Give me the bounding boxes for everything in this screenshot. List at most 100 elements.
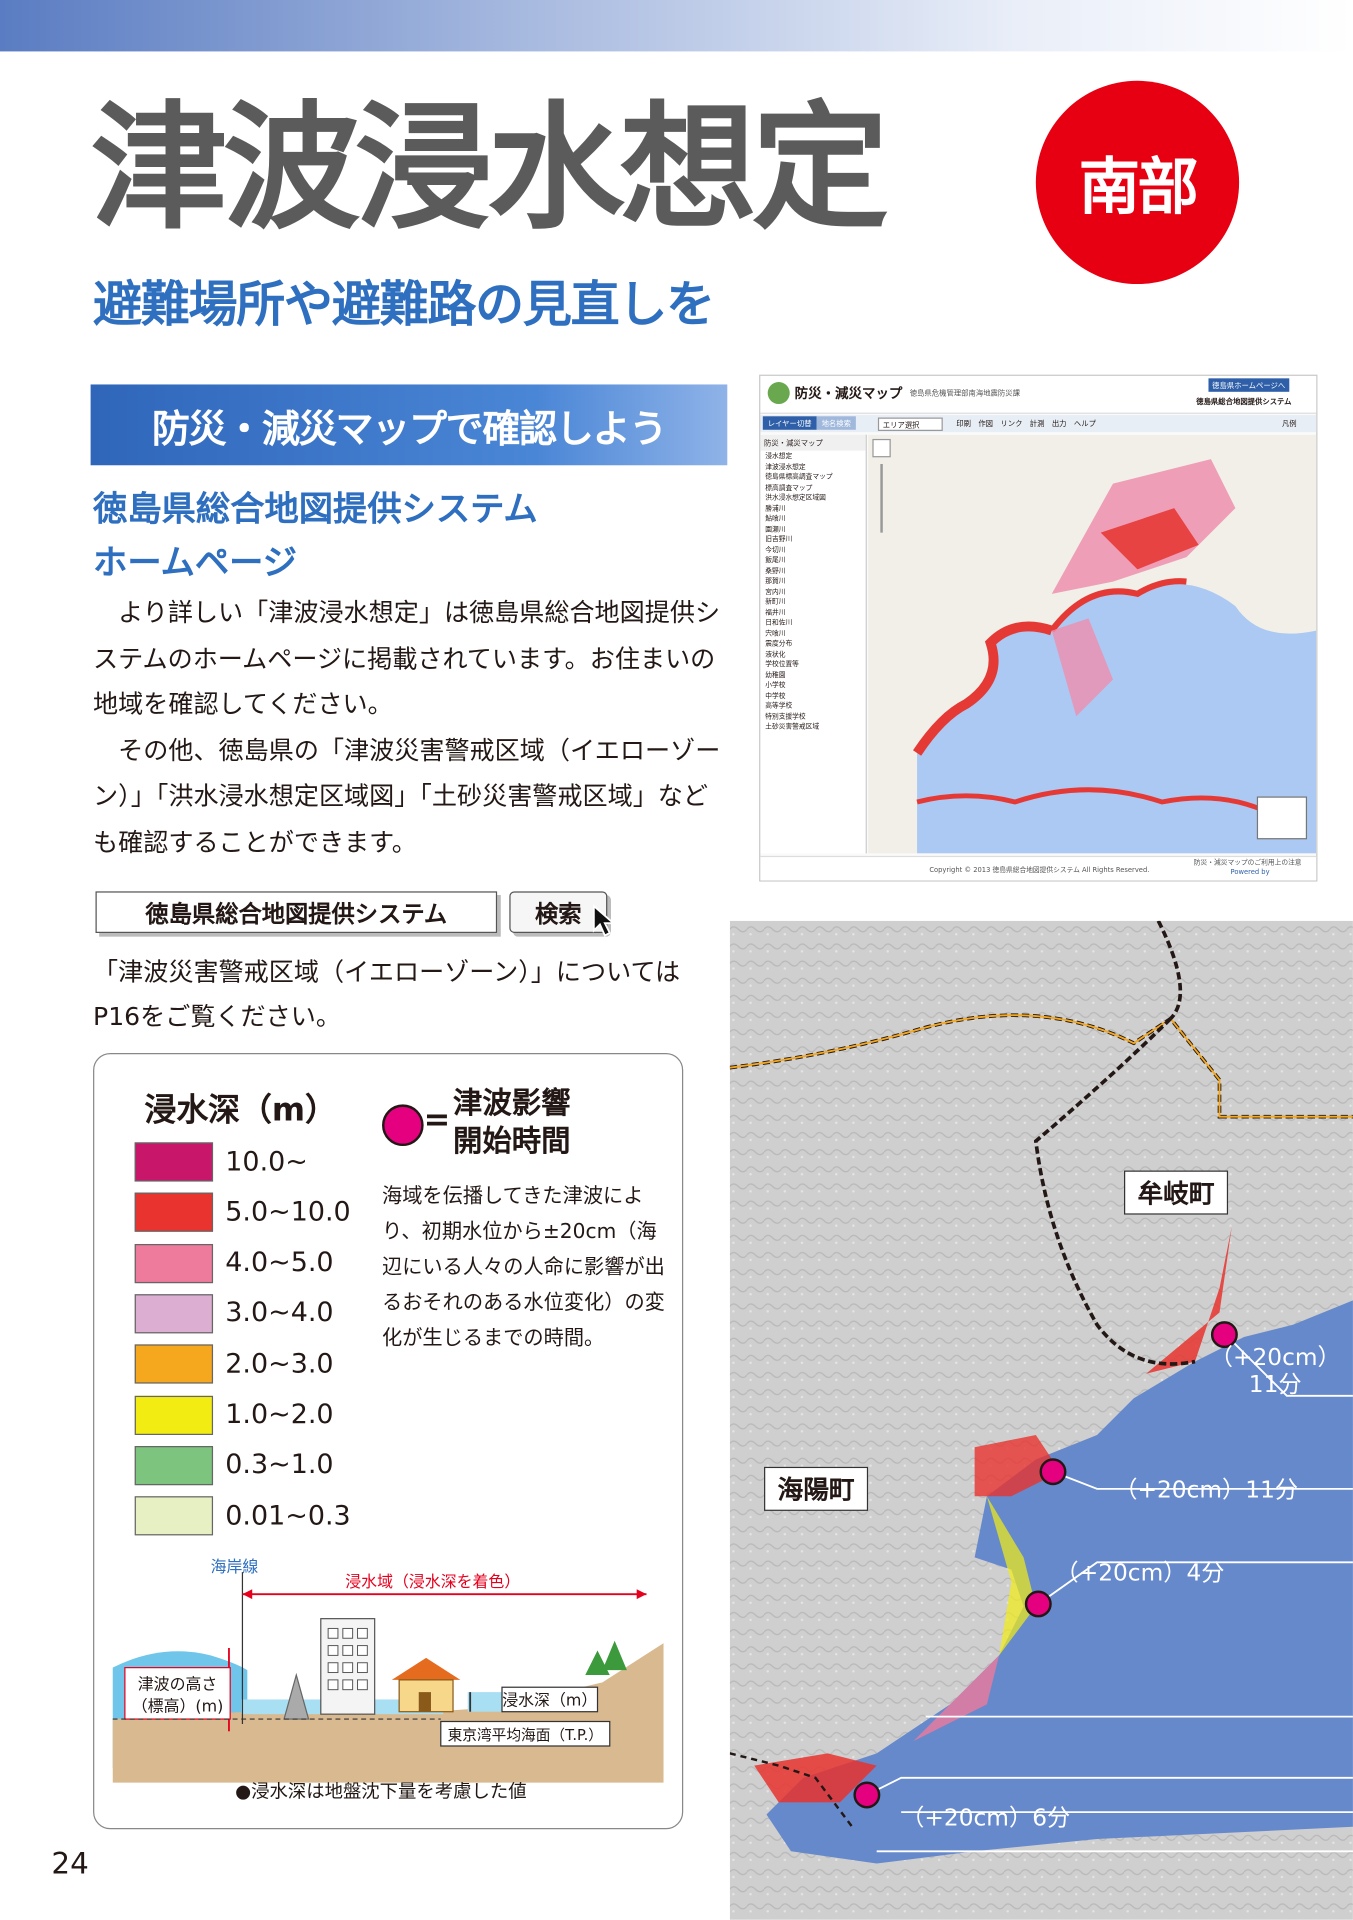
measure-button[interactable]: 計測	[1030, 418, 1045, 429]
layer-item[interactable]: 新町川	[765, 598, 861, 608]
depth-label: 浸水深（m）	[502, 1691, 597, 1710]
web-header: 防災・減災マップ 徳島県危機管理部南海地震防災課 徳島県ホームページへ 徳島県総…	[760, 375, 1317, 414]
toolbar-buttons: 印刷 作図 リンク 計測 出力 ヘルプ	[956, 418, 1096, 429]
coastline-label: 海岸線	[211, 1557, 259, 1576]
layer-item[interactable]: 宮内川	[765, 587, 861, 597]
layer-item[interactable]: 液状化	[765, 650, 861, 660]
pref-homepage-link[interactable]: 徳島県ホームページへ	[1208, 378, 1289, 392]
layer-item[interactable]: 洪水浸水想定区域図	[765, 493, 861, 503]
legend-button[interactable]: 凡例	[1282, 418, 1297, 429]
inundation-diagram: 海岸線 浸水域（浸水深を着色） 津波の高さ （標高）(m) 浸水深（m） 東京湾…	[112, 1557, 664, 1783]
layer-item[interactable]: 宍喰川	[765, 629, 861, 639]
body-paragraph: より詳しい「津波浸水想定」は徳島県総合地図提供システムのホームページに掲載されて…	[93, 597, 721, 719]
web-footer: Copyright © 2013 徳島県総合地図提供システム All Right…	[760, 855, 1317, 881]
town-label-kaiyo: 海陽町	[764, 1466, 869, 1511]
legend-swatch	[134, 1294, 214, 1334]
legend-label: 10.0~	[225, 1146, 308, 1178]
region-badge: 南部	[1035, 80, 1240, 285]
link-button[interactable]: リンク	[1000, 418, 1022, 429]
legend-swatch	[134, 1192, 214, 1233]
impact-time-label: （+20cm）6分	[901, 1804, 1071, 1832]
tab-place-search[interactable]: 地名検索	[816, 416, 856, 430]
layer-item[interactable]: 那賀川	[765, 577, 861, 587]
yellow-zone-note: 「津波災害警戒区域（イエローゾーン）」についてはP16をご覧ください。	[93, 957, 681, 1031]
tsunami-height-label-2: （標高）(m)	[132, 1697, 224, 1716]
web-map-view[interactable]	[868, 434, 1317, 854]
impact-title-line1: 津波影響	[453, 1086, 571, 1121]
draw-button[interactable]: 作図	[978, 418, 993, 429]
layer-item[interactable]: 日和佐川	[765, 618, 861, 628]
homepage-heading-line1: 徳島県総合地図提供システム	[93, 488, 538, 529]
layer-item[interactable]: 特別支援学校	[765, 712, 861, 722]
output-button[interactable]: 出力	[1052, 418, 1067, 429]
legend-row: 5.0~10.0	[134, 1192, 380, 1234]
layer-item[interactable]: 津波浸水想定	[765, 462, 861, 472]
legend-label: 2.0~3.0	[225, 1348, 334, 1380]
impact-title: 津波影響 開始時間	[453, 1085, 571, 1161]
layer-item[interactable]: 幼稚園	[765, 670, 861, 680]
tab-layers[interactable]: レイヤー切替	[762, 416, 817, 430]
legend-swatch	[134, 1395, 214, 1435]
layer-item[interactable]: 福井川	[765, 608, 861, 618]
legend-row: 0.01~0.3	[134, 1495, 380, 1537]
legend-swatch	[134, 1142, 214, 1182]
area-select[interactable]: エリア選択	[877, 417, 943, 431]
layer-item[interactable]: 学校位置等	[765, 660, 861, 670]
web-system-name: 徳島県総合地図提供システム	[1196, 397, 1292, 407]
web-map-screenshot: 防災・減災マップ 徳島県危機管理部南海地震防災課 徳島県ホームページへ 徳島県総…	[759, 374, 1318, 882]
layer-item[interactable]: 旧吉野川	[765, 535, 861, 545]
usage-notice-link[interactable]: 防災・減災マップのご利用上の注意	[1194, 857, 1302, 867]
layer-item[interactable]: 園瀬川	[765, 525, 861, 535]
layer-item[interactable]: 桑野川	[765, 566, 861, 576]
equals-sign: =	[423, 1101, 451, 1139]
layer-item[interactable]: 中学校	[765, 691, 861, 701]
layer-item[interactable]: 小学校	[765, 681, 861, 691]
search-keyword-box[interactable]: 徳島県総合地図提供システム	[95, 891, 498, 933]
legend-label: 1.0~2.0	[225, 1399, 334, 1431]
layer-item[interactable]: 標高調査マップ	[765, 483, 861, 493]
page-subtitle: 避難場所や避難路の見直しを	[93, 276, 715, 334]
legend-swatch	[134, 1243, 214, 1283]
print-button[interactable]: 印刷	[956, 418, 971, 429]
layer-item[interactable]: 高等学校	[765, 702, 861, 712]
legend-row: 3.0~4.0	[134, 1293, 380, 1335]
diagram-footnote: ●浸水深は地盤沈下量を考慮した値	[235, 1780, 527, 1803]
legend-label: 0.01~0.3	[225, 1500, 351, 1532]
page-title: 津波浸水想定	[90, 89, 889, 249]
layer-item[interactable]: 勝浦川	[765, 504, 861, 514]
layer-panel-heading: 防災・減災マップ	[760, 434, 866, 451]
impact-dot-icon	[382, 1104, 424, 1147]
homepage-heading: 徳島県総合地図提供システム ホームページ	[93, 482, 538, 590]
layer-item[interactable]: 徳島県標高調査マップ	[765, 473, 861, 483]
layer-item[interactable]: 今切川	[765, 545, 861, 555]
web-copyright: Copyright © 2013 徳島県総合地図提供システム All Right…	[929, 866, 1150, 875]
layer-panel: 防災・減災マップ 浸水想定 津波浸水想定 徳島県標高調査マップ 標高調査マップ 洪水浸水…	[760, 434, 867, 854]
top-color-band	[0, 0, 1353, 52]
legend-row: 2.0~3.0	[134, 1343, 380, 1385]
tsunami-map: 牟岐町 海陽町 （+20cm） 11分 （+20cm）11分 （+20cm）4分…	[729, 920, 1353, 1920]
legend-row: 4.0~5.0	[134, 1242, 380, 1284]
mouse-cursor-icon	[592, 904, 616, 937]
layer-item[interactable]: 鮎喰川	[765, 514, 861, 524]
layer-item[interactable]: 土砂災害警戒区域	[765, 722, 861, 732]
layer-item[interactable]: 震度分布	[765, 639, 861, 649]
help-button[interactable]: ヘルプ	[1074, 418, 1096, 429]
page-number: 24	[51, 1846, 89, 1881]
web-toolbar: レイヤー切替 地名検索 エリア選択 印刷 作図 リンク 計測 出力 ヘルプ 凡例	[760, 415, 1317, 433]
section-banner: 防災・減災マップで確認しよう	[90, 384, 728, 466]
layer-item[interactable]: 浸水想定	[765, 452, 861, 462]
body-paragraph: その他、徳島県の「津波災害警戒区域（イエローゾーン）」「洪水浸水想定区域図」「土…	[93, 735, 721, 857]
impact-time-label: （+20cm）4分	[1055, 1559, 1225, 1587]
mascot-icon	[767, 382, 790, 405]
impact-time-label: （+20cm） 11分	[1209, 1344, 1341, 1399]
impact-title-line2: 開始時間	[453, 1123, 571, 1159]
layer-item[interactable]: 飯尾川	[765, 556, 861, 566]
impact-time-label: （+20cm）11分	[1114, 1476, 1299, 1504]
tsunami-height-label-1: 津波の高さ	[138, 1675, 218, 1694]
datum-label: 東京湾平均海面（T.P.）	[448, 1727, 603, 1744]
legend-swatch	[134, 1496, 214, 1536]
legend-label: 4.0~5.0	[225, 1247, 334, 1279]
legend-swatch	[134, 1445, 214, 1485]
web-dept: 徳島県危機管理部南海地震防災課	[909, 389, 1020, 398]
map-graphic	[729, 920, 1353, 1920]
